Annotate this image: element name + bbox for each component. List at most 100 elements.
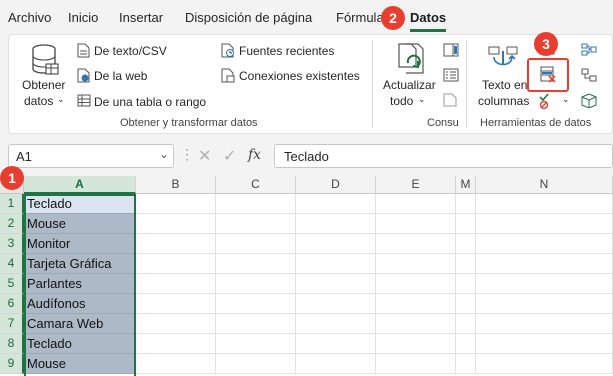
empty-cell[interactable] [136,234,216,254]
cancel-icon[interactable]: ✕ [198,146,211,166]
empty-cell[interactable] [136,334,216,354]
empty-cell[interactable] [216,254,296,274]
empty-cell[interactable] [376,194,456,214]
cell-a3[interactable]: Monitor [24,234,135,254]
cell-a4[interactable]: Tarjeta Gráfica [24,254,135,274]
empty-cell[interactable] [296,314,376,334]
empty-cell[interactable] [456,254,476,274]
empty-cell[interactable] [296,194,376,214]
empty-cell[interactable] [476,274,613,294]
step-badge-2: 2 [381,6,405,30]
row-header[interactable]: 3 [0,234,24,254]
empty-cell[interactable] [136,354,216,374]
empty-cell[interactable] [296,334,376,354]
empty-cell[interactable] [456,334,476,354]
empty-cell[interactable] [296,234,376,254]
empty-cell[interactable] [456,214,476,234]
chevron-down-icon[interactable]: ⌄ [562,94,570,105]
column-header-e[interactable]: E [376,176,456,194]
data-model-icon[interactable] [581,93,597,108]
empty-cell[interactable] [476,214,613,234]
column-header-b[interactable]: B [136,176,216,194]
tab-insertar[interactable]: Insertar [119,10,163,25]
empty-cell[interactable] [296,214,376,234]
empty-cell[interactable] [476,354,613,374]
cell-a6[interactable]: Audífonos [24,294,135,314]
empty-cell[interactable] [456,314,476,334]
empty-cell[interactable] [376,214,456,234]
cell-a2[interactable]: Mouse [24,214,135,234]
empty-cell[interactable] [476,194,613,214]
empty-cell[interactable] [296,354,376,374]
tab-inicio[interactable]: Inicio [68,10,98,25]
cell-a7[interactable]: Camara Web [24,314,135,334]
empty-cell[interactable] [476,314,613,334]
empty-cell[interactable] [136,194,216,214]
edit-links-icon[interactable] [443,93,459,107]
cell-a8[interactable]: Teclado [24,334,135,354]
empty-cell[interactable] [216,214,296,234]
empty-cell[interactable] [376,294,456,314]
column-header-n[interactable]: N [476,176,613,194]
column-header-d[interactable]: D [296,176,376,194]
empty-cell[interactable] [216,194,296,214]
empty-cell[interactable] [216,314,296,334]
empty-cell[interactable] [216,234,296,254]
empty-cell[interactable] [376,254,456,274]
relationships-icon[interactable] [581,68,597,82]
empty-cell[interactable] [216,294,296,314]
consolidate-icon[interactable] [581,43,597,57]
name-box[interactable]: A1 ⌄ [8,144,174,168]
empty-cell[interactable] [296,294,376,314]
insert-function-icon[interactable]: fx [248,147,261,163]
tab-archivo[interactable]: Archivo [8,10,51,25]
empty-cell[interactable] [296,274,376,294]
formula-input[interactable]: Teclado [274,144,613,168]
cell-a5[interactable]: Parlantes [24,274,135,294]
empty-cell[interactable] [136,294,216,314]
empty-cell[interactable] [476,254,613,274]
empty-cell[interactable] [376,274,456,294]
empty-cell[interactable] [136,214,216,234]
empty-cell[interactable] [376,334,456,354]
data-validation-icon[interactable] [539,93,559,109]
empty-cell[interactable] [376,314,456,334]
enter-check-icon[interactable]: ✓ [223,146,236,166]
empty-cell[interactable] [456,274,476,294]
row-header[interactable]: 6 [0,294,24,314]
empty-cell[interactable] [476,234,613,254]
empty-cell[interactable] [376,354,456,374]
tab-formulas[interactable]: Fórmula [336,10,384,25]
empty-cell[interactable] [296,254,376,274]
empty-cell[interactable] [456,354,476,374]
tab-disposicion[interactable]: Disposición de página [185,10,312,25]
empty-cell[interactable] [216,354,296,374]
empty-cell[interactable] [456,294,476,314]
empty-cell[interactable] [136,274,216,294]
row-header[interactable]: 2 [0,214,24,234]
empty-cell[interactable] [216,274,296,294]
cell-a9[interactable]: Mouse [24,354,135,374]
empty-cell[interactable] [136,254,216,274]
cell-a1[interactable]: Teclado [24,194,135,214]
empty-cell[interactable] [376,234,456,254]
tab-datos[interactable]: Datos [410,10,446,25]
row-header[interactable]: 8 [0,334,24,354]
column-header-a[interactable]: A [24,176,136,194]
column-header-m[interactable]: M [456,176,476,194]
empty-cell[interactable] [456,234,476,254]
refresh-icon [398,43,424,74]
row-header[interactable]: 5 [0,274,24,294]
empty-cell[interactable] [456,194,476,214]
empty-cell[interactable] [216,334,296,354]
empty-cell[interactable] [476,294,613,314]
properties-icon[interactable] [443,68,459,82]
row-header[interactable]: 1 [0,194,24,214]
empty-cell[interactable] [476,334,613,354]
queries-connections-icon[interactable] [443,43,459,57]
row-header[interactable]: 7 [0,314,24,334]
empty-cell[interactable] [136,314,216,334]
row-header[interactable]: 4 [0,254,24,274]
column-header-c[interactable]: C [216,176,296,194]
row-header[interactable]: 9 [0,354,24,374]
